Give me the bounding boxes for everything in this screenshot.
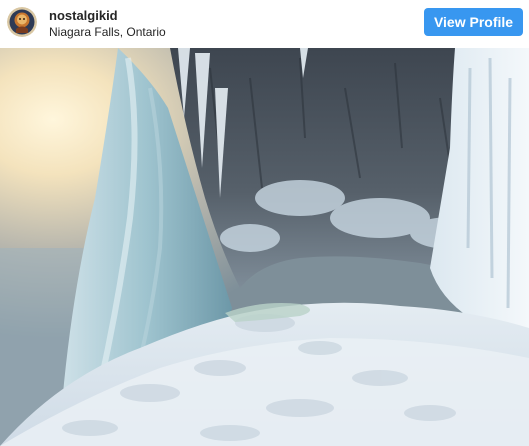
post-header: nostalgikid Niagara Falls, Ontario View … [0,0,529,48]
username-link[interactable]: nostalgikid [49,8,118,23]
location-label: Niagara Falls, Ontario [49,25,166,39]
frozen-waterfall-image [0,48,529,446]
instagram-post-card: nostalgikid Niagara Falls, Ontario View … [0,0,529,446]
view-profile-button[interactable]: View Profile [424,8,523,36]
avatar-image [7,7,37,37]
avatar[interactable] [7,7,37,37]
post-photo [0,48,529,446]
